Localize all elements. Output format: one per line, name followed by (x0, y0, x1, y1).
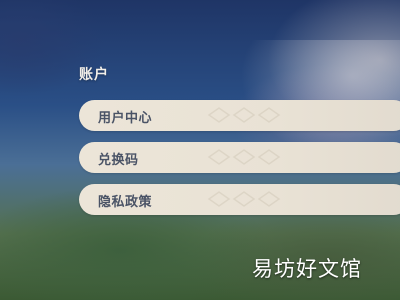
watermark-text: 易坊好文馆 (252, 257, 362, 281)
menu-item-label: 兑换码 (98, 153, 139, 168)
decorative-pattern-icon (207, 149, 281, 165)
decorative-pattern-icon (207, 191, 281, 207)
menu-item-label: 隐私政策 (98, 195, 153, 210)
menu-item-redeem-code[interactable]: 兑换码 (79, 142, 400, 173)
menu-item-privacy-policy[interactable]: 隐私政策 (79, 184, 400, 215)
decorative-pattern-icon (207, 107, 281, 123)
menu-item-user-center[interactable]: 用户中心 (79, 100, 400, 131)
section-title-account: 账户 (79, 67, 109, 83)
menu-item-label: 用户中心 (98, 111, 153, 126)
